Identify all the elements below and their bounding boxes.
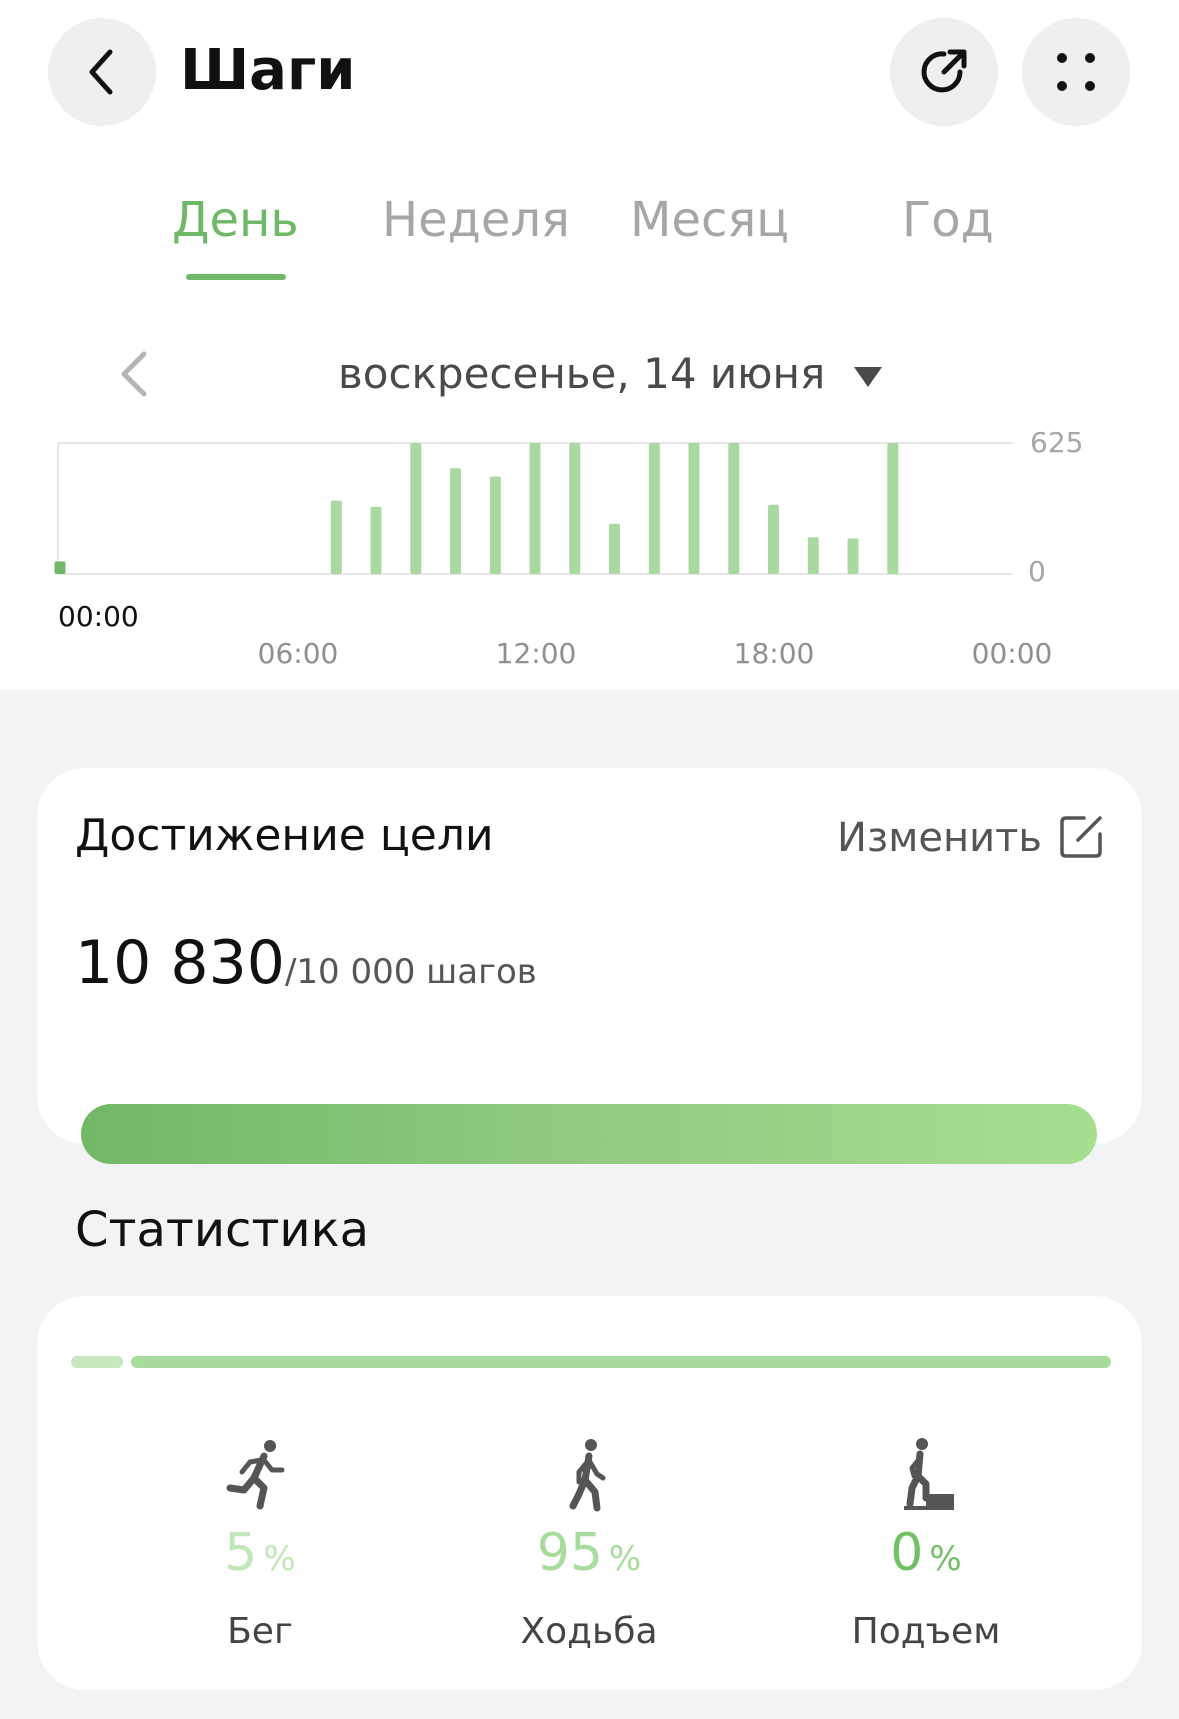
edit-goal-button[interactable]: Изменить — [837, 812, 1042, 864]
steps-goal: /10 000 шагов — [284, 952, 537, 992]
more-button[interactable] — [1022, 18, 1130, 126]
stat-run-label: Бег — [227, 1611, 293, 1652]
stat-run-value: 5% — [90, 1522, 430, 1596]
x-tick-label: 00:00 — [972, 637, 1053, 670]
stat-climb-label: Подъем — [851, 1611, 1001, 1652]
stat-walk-unit: % — [608, 1539, 642, 1579]
selected-time-label: 00:00 — [58, 600, 139, 633]
dropdown-triangle-icon — [853, 366, 882, 387]
chart-bar[interactable] — [688, 443, 700, 574]
y-tick-zero: 0 — [1028, 555, 1046, 588]
chart-bar[interactable] — [768, 504, 779, 574]
tab-year[interactable]: Год — [902, 190, 994, 250]
stat-run-unit: % — [263, 1539, 296, 1579]
share-icon — [921, 49, 967, 93]
stat-walk: 95% Ходьба — [419, 1436, 759, 1654]
stat-climb-number: 0 — [890, 1523, 924, 1583]
y-tick-max: 625 — [1030, 430, 1083, 459]
goal-card-title: Достижение цели — [75, 810, 494, 861]
walking-icon — [569, 1439, 606, 1512]
stat-run-number: 5 — [224, 1523, 258, 1583]
stat-walk-value: 95% — [419, 1522, 759, 1596]
edit-icon[interactable] — [1058, 814, 1104, 860]
chart-bar[interactable] — [410, 443, 422, 574]
page-title: Шаги — [180, 38, 356, 103]
date-selector[interactable]: воскресенье, 14 июня — [338, 348, 883, 400]
stats-card: 5% Бег 95% Ходьба 0% Подъем — [37, 1296, 1142, 1690]
goal-progress-bar — [81, 1104, 1097, 1164]
steps-value: 10 830 — [75, 928, 285, 998]
steps-summary: 10 830/10 000 шагов — [75, 928, 537, 998]
chart-bar[interactable] — [370, 506, 382, 574]
share-button[interactable] — [890, 18, 998, 126]
climbing-icon — [904, 1438, 954, 1510]
stat-walk-number: 95 — [536, 1523, 603, 1583]
chart-bar[interactable] — [648, 443, 660, 574]
chart-bar[interactable] — [330, 500, 342, 574]
chart-bar[interactable] — [529, 443, 541, 574]
chart-bar[interactable] — [847, 538, 859, 574]
stats-section-title: Статистика — [75, 1202, 369, 1258]
more-dots-icon — [1057, 53, 1095, 91]
x-tick-label: 18:00 — [734, 637, 815, 670]
chart-bar[interactable] — [489, 476, 501, 575]
chart-bars — [54, 443, 899, 575]
tab-day[interactable]: День — [172, 190, 299, 250]
chart-bar[interactable] — [450, 468, 461, 574]
chevron-left-icon — [89, 49, 113, 95]
chart-bar[interactable] — [569, 443, 581, 574]
chart-bar[interactable] — [807, 537, 819, 574]
tab-week[interactable]: Неделя — [382, 190, 570, 250]
active-tab-indicator — [186, 274, 286, 280]
x-tick-label: 12:00 — [496, 637, 577, 670]
stat-run: 5% Бег — [90, 1436, 430, 1654]
run-share-bar — [71, 1356, 123, 1368]
previous-day-button[interactable] — [112, 346, 156, 402]
chart-bar[interactable] — [887, 443, 899, 574]
chart-bar[interactable] — [609, 523, 620, 574]
stat-climb-value: 0% — [756, 1522, 1096, 1596]
back-button[interactable] — [48, 18, 156, 126]
stat-walk-label: Ходьба — [520, 1611, 658, 1652]
running-icon — [226, 1440, 285, 1510]
chart-bar[interactable] — [54, 561, 66, 574]
steps-chart: 625 0 00:00 06:00 12:00 18:00 00:00 — [54, 430, 1083, 670]
walk-share-bar — [131, 1356, 1111, 1368]
chart-bar[interactable] — [728, 443, 740, 574]
stat-climb-unit: % — [929, 1539, 962, 1579]
x-tick-label: 06:00 — [258, 637, 339, 670]
stat-climb: 0% Подъем — [756, 1436, 1096, 1654]
goal-card: Достижение цели Изменить 10 830/10 000 ш… — [37, 768, 1142, 1164]
date-label: воскресенье, 14 июня — [338, 349, 826, 398]
tab-month[interactable]: Месяц — [630, 190, 789, 250]
